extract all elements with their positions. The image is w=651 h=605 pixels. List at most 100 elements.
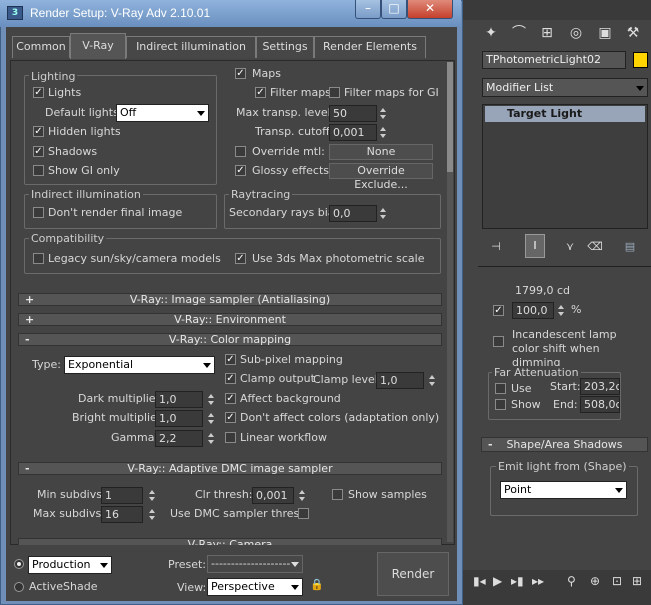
- tab-indirect-illumination[interactable]: Indirect illumination: [126, 36, 256, 58]
- modifier-list-value: Modifier List: [486, 81, 554, 94]
- transp-cutoff-stepper[interactable]: [379, 125, 387, 140]
- show-samples-checkbox[interactable]: [332, 489, 343, 500]
- modifier-list-dropdown[interactable]: Modifier List: [482, 78, 648, 97]
- max-subdivs-spinner[interactable]: 16: [101, 506, 143, 523]
- go-to-end-icon[interactable]: ▸▸: [532, 574, 544, 588]
- rollout-environment[interactable]: + V-Ray:: Environment: [18, 313, 442, 326]
- type-label: Type:: [32, 358, 61, 371]
- far-end-spinner[interactable]: 508,0cm: [580, 396, 620, 413]
- utilities-icon[interactable]: ⚒: [622, 22, 644, 44]
- filter-maps-gi-checkbox[interactable]: [329, 87, 340, 98]
- production-radio[interactable]: [14, 559, 24, 569]
- preset-dropdown[interactable]: --------------------: [207, 555, 303, 573]
- photometric-scale-checkbox[interactable]: ✓: [235, 253, 246, 264]
- override-mtl-checkbox[interactable]: [235, 146, 246, 157]
- far-show-checkbox[interactable]: [495, 399, 506, 410]
- incandescent-checkbox[interactable]: [493, 336, 504, 347]
- dont-render-final-checkbox[interactable]: [33, 207, 44, 218]
- make-unique-icon[interactable]: ⋎: [560, 237, 580, 257]
- display-icon[interactable]: ▣: [594, 22, 616, 44]
- secondary-rays-spinner[interactable]: 0,0: [329, 205, 377, 222]
- secondary-rays-stepper[interactable]: [379, 206, 387, 221]
- percent-stepper[interactable]: [557, 303, 565, 318]
- dimming-checkbox[interactable]: ✓: [493, 305, 504, 316]
- dark-multiplier-spinner[interactable]: 1,0: [155, 391, 203, 408]
- scrollbar-thumb[interactable]: [447, 62, 453, 172]
- subpixel-checkbox[interactable]: ✓: [225, 354, 236, 365]
- min-subdivs-spinner[interactable]: 1: [101, 487, 143, 504]
- clr-thresh-spinner[interactable]: 0,001: [252, 487, 294, 504]
- linear-workflow-checkbox[interactable]: [225, 432, 236, 443]
- shadows-checkbox[interactable]: ✓: [33, 146, 44, 157]
- clr-thresh-stepper[interactable]: [298, 488, 306, 503]
- affect-background-checkbox[interactable]: ✓: [225, 393, 236, 404]
- max-transp-spinner[interactable]: 50: [329, 105, 377, 122]
- production-dropdown[interactable]: Production: [28, 556, 112, 574]
- max-transp-stepper[interactable]: [379, 106, 387, 121]
- gamma-stepper[interactable]: [207, 431, 215, 446]
- tab-common[interactable]: Common: [12, 36, 70, 58]
- tab-render-elements[interactable]: Render Elements: [314, 36, 426, 58]
- rollout-color-mapping[interactable]: - V-Ray:: Color mapping: [18, 333, 442, 346]
- lock-icon[interactable]: 🔒: [310, 578, 324, 592]
- use-dmc-checkbox[interactable]: [298, 508, 309, 519]
- emit-shape-dropdown[interactable]: Point: [500, 481, 627, 499]
- zoom-all-icon[interactable]: ⊕: [590, 574, 600, 588]
- render-button[interactable]: Render: [377, 552, 449, 596]
- configure-modifier-sets-icon[interactable]: ▤: [620, 237, 640, 257]
- dark-multiplier-stepper[interactable]: [207, 392, 215, 407]
- zoom-icon[interactable]: ⚲: [567, 574, 576, 588]
- tab-settings[interactable]: Settings: [256, 36, 314, 58]
- clamp-output-checkbox[interactable]: ✓: [225, 373, 236, 384]
- activeshade-radio[interactable]: [14, 582, 24, 592]
- pin-stack-icon[interactable]: ⊣: [486, 237, 506, 257]
- transp-cutoff-label: Transp. cutoff: [255, 125, 330, 138]
- view-dropdown[interactable]: Perspective: [207, 578, 303, 596]
- show-gi-only-checkbox[interactable]: [33, 165, 44, 176]
- override-mtl-button[interactable]: None: [329, 144, 433, 160]
- maps-checkbox[interactable]: ✓: [235, 68, 246, 79]
- transp-cutoff-spinner[interactable]: 0,001: [329, 124, 377, 141]
- bright-multiplier-stepper[interactable]: [207, 411, 215, 426]
- modify-icon[interactable]: ⌒: [508, 22, 530, 44]
- percent-spinner[interactable]: 100,0: [512, 302, 554, 319]
- rollout-image-sampler[interactable]: + V-Ray:: Image sampler (Antialiasing): [18, 293, 442, 306]
- create-icon[interactable]: ✦: [480, 22, 502, 44]
- glossy-effects-checkbox[interactable]: ✓: [235, 165, 246, 176]
- filter-maps-checkbox[interactable]: ✓: [255, 87, 266, 98]
- hidden-lights-checkbox[interactable]: ✓: [33, 126, 44, 137]
- max-subdivs-stepper[interactable]: [148, 507, 156, 522]
- zoom-extents-all-icon[interactable]: ⊞: [632, 574, 642, 588]
- show-end-result-icon[interactable]: I: [525, 234, 545, 258]
- default-lights-dropdown[interactable]: Off: [116, 104, 209, 122]
- zoom-extents-icon[interactable]: ⊡: [612, 574, 622, 588]
- gamma-spinner[interactable]: 2,2: [155, 430, 203, 447]
- legacy-sun-sky-checkbox[interactable]: [33, 253, 44, 264]
- maximize-button[interactable]: □: [381, 0, 407, 19]
- color-mapping-type-dropdown[interactable]: Exponential: [64, 356, 215, 374]
- close-button[interactable]: ✕: [407, 0, 453, 19]
- clamp-level-stepper[interactable]: [428, 373, 436, 388]
- motion-icon[interactable]: ◎: [565, 22, 587, 44]
- playback-bar: [463, 570, 651, 605]
- minimize-button[interactable]: –: [355, 0, 381, 19]
- hierarchy-icon[interactable]: ⊞: [536, 22, 558, 44]
- next-frame-icon[interactable]: ▸▮: [511, 574, 524, 588]
- remove-modifier-icon[interactable]: ⌫: [585, 237, 605, 257]
- lights-checkbox[interactable]: ✓: [33, 87, 44, 98]
- play-icon[interactable]: ▶: [493, 574, 502, 588]
- bright-multiplier-spinner[interactable]: 1,0: [155, 410, 203, 427]
- override-exclude-button[interactable]: Override Exclude...: [329, 163, 433, 191]
- stack-item-target-light[interactable]: Target Light: [485, 106, 645, 122]
- tab-vray[interactable]: V-Ray: [70, 33, 126, 59]
- rollout-shape-area-shadows[interactable]: - Shape/Area Shadows: [481, 437, 648, 452]
- min-subdivs-stepper[interactable]: [148, 488, 156, 503]
- far-start-spinner[interactable]: 203,2cm: [580, 378, 620, 395]
- clamp-level-spinner[interactable]: 1,0: [376, 372, 424, 389]
- rollout-adaptive-dmc[interactable]: - V-Ray:: Adaptive DMC image sampler: [18, 462, 442, 475]
- prev-frame-icon[interactable]: ▮◂: [473, 574, 486, 588]
- far-use-checkbox[interactable]: [495, 383, 506, 394]
- object-color-swatch[interactable]: [633, 52, 648, 68]
- object-name-field[interactable]: TPhotometricLight02: [482, 51, 626, 69]
- dont-affect-colors-checkbox[interactable]: ✓: [225, 412, 236, 423]
